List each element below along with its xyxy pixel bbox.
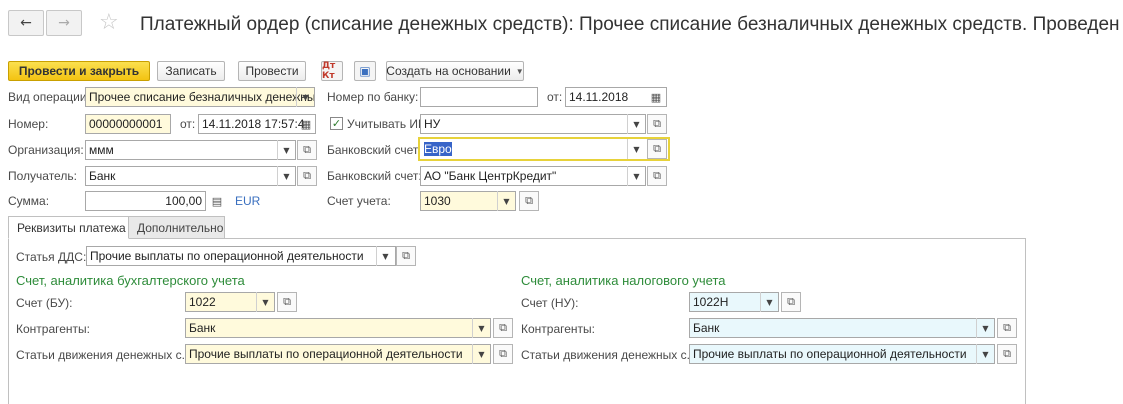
nu-contractor-dropdown-icon[interactable]: ▼ (976, 318, 994, 338)
bank-account-recipient-label: Банковский счет: (327, 169, 422, 183)
operation-type-field[interactable]: Прочее списание безналичных денежных сре… (85, 87, 315, 107)
nu-cashflow-label: Статьи движения денежных с... (521, 348, 697, 362)
bu-cashflow-field[interactable]: Прочие выплаты по операционной деятельно… (185, 344, 491, 364)
bu-cashflow-open-icon[interactable]: ⧉ (493, 344, 513, 364)
bu-contractor-label: Контрагенты: (16, 322, 91, 336)
favorite-star-icon[interactable]: ☆ (99, 10, 119, 35)
save-button[interactable]: Записать (157, 61, 225, 81)
bu-contractor-dropdown-icon[interactable]: ▼ (472, 318, 490, 338)
bank-number-label: Номер по банку: (327, 90, 419, 104)
dds-field[interactable]: Прочие выплаты по операционной деятельно… (86, 246, 396, 266)
arrow-right-icon: → (58, 15, 70, 31)
ipn-dropdown-icon[interactable]: ▼ (627, 114, 645, 134)
operation-type-label: Вид операции: (8, 90, 90, 104)
dt-kt-icon[interactable]: Дт Кт (321, 61, 343, 81)
nu-contractor-label: Контрагенты: (521, 322, 596, 336)
organization-label: Организация: (8, 143, 84, 157)
nu-section-title: Счет, аналитика налогового учета (521, 273, 726, 288)
ipn-checkbox[interactable]: ✓ (330, 117, 343, 130)
bu-contractor-open-icon[interactable]: ⧉ (493, 318, 513, 338)
bu-cashflow-label: Статьи движения денежных с... (16, 348, 192, 362)
recipient-field[interactable]: Банк (85, 166, 296, 186)
nu-account-open-icon[interactable]: ⧉ (781, 292, 801, 312)
bu-account-dropdown-icon[interactable]: ▼ (256, 292, 274, 312)
bu-account-label: Счет (БУ): (16, 296, 73, 310)
nu-cashflow-open-icon[interactable]: ⧉ (997, 344, 1017, 364)
nu-contractor-open-icon[interactable]: ⧉ (997, 318, 1017, 338)
dds-open-icon[interactable]: ⧉ (396, 246, 416, 266)
bu-contractor-field[interactable]: Банк (185, 318, 491, 338)
nu-contractor-field[interactable]: Банк (689, 318, 995, 338)
organization-field[interactable]: ммм (85, 140, 296, 160)
post-button[interactable]: Провести (238, 61, 306, 81)
recipient-open-icon[interactable]: ⧉ (297, 166, 317, 186)
arrow-left-icon: ← (20, 15, 32, 31)
organization-open-icon[interactable]: ⧉ (297, 140, 317, 160)
create-based-on-button[interactable]: Создать на основании ▼ (386, 61, 524, 81)
bank-number-field[interactable] (420, 87, 538, 107)
recipient-dropdown-icon[interactable]: ▼ (277, 166, 295, 186)
nu-account-dropdown-icon[interactable]: ▼ (760, 292, 778, 312)
calendar-icon[interactable]: ▦ (647, 87, 665, 107)
number-field[interactable]: 00000000001 (85, 114, 171, 134)
page-title: Платежный ордер (списание денежных средс… (140, 14, 1120, 35)
organization-dropdown-icon[interactable]: ▼ (277, 140, 295, 160)
bank-account-org-dropdown-icon[interactable]: ▼ (627, 139, 645, 159)
recipient-label: Получатель: (8, 169, 77, 183)
account-label: Счет учета: (327, 194, 391, 208)
bank-account-recipient-dropdown-icon[interactable]: ▼ (627, 166, 645, 186)
bank-account-recipient-open-icon[interactable]: ⧉ (647, 166, 667, 186)
tab-payment-details[interactable]: Реквизиты платежа (8, 216, 129, 239)
structure-icon[interactable]: ▣ (354, 61, 376, 81)
back-button[interactable]: ← (8, 10, 44, 36)
number-date-label: от: (180, 117, 196, 131)
bank-account-recipient-field[interactable]: АО "Банк ЦентрКредит" (420, 166, 646, 186)
currency-label: EUR (235, 194, 261, 208)
ipn-field[interactable]: НУ (420, 114, 646, 134)
bank-date-label: от: (547, 90, 563, 104)
calculator-icon[interactable]: ▤ (208, 191, 226, 211)
amount-field[interactable]: 100,00 (85, 191, 206, 211)
tab-additional[interactable]: Дополнительно (128, 216, 225, 239)
bu-section-title: Счет, аналитика бухгалтерского учета (16, 273, 245, 288)
nu-cashflow-field[interactable]: Прочие выплаты по операционной деятельно… (689, 344, 995, 364)
nu-cashflow-dropdown-icon[interactable]: ▼ (976, 344, 994, 364)
ipn-open-icon[interactable]: ⧉ (647, 114, 667, 134)
chevron-down-icon: ▼ (515, 66, 524, 76)
number-label: Номер: (8, 117, 49, 131)
bank-account-org-open-icon[interactable]: ⧉ (647, 139, 667, 159)
forward-button[interactable]: → (46, 10, 82, 36)
nu-account-label: Счет (НУ): (521, 296, 579, 310)
amount-label: Сумма: (8, 194, 50, 208)
bu-cashflow-dropdown-icon[interactable]: ▼ (472, 344, 490, 364)
account-dropdown-icon[interactable]: ▼ (497, 191, 515, 211)
dds-label: Статья ДДС: (16, 250, 87, 264)
bu-account-open-icon[interactable]: ⧉ (277, 292, 297, 312)
bank-account-org-label: Банковский счет: (327, 143, 422, 157)
post-and-close-button[interactable]: Провести и закрыть (8, 61, 150, 81)
calendar-icon[interactable]: ▦ (297, 114, 315, 134)
operation-type-dropdown-icon[interactable]: ▼ (296, 87, 314, 107)
dds-dropdown-icon[interactable]: ▼ (376, 246, 394, 266)
account-open-icon[interactable]: ⧉ (519, 191, 539, 211)
